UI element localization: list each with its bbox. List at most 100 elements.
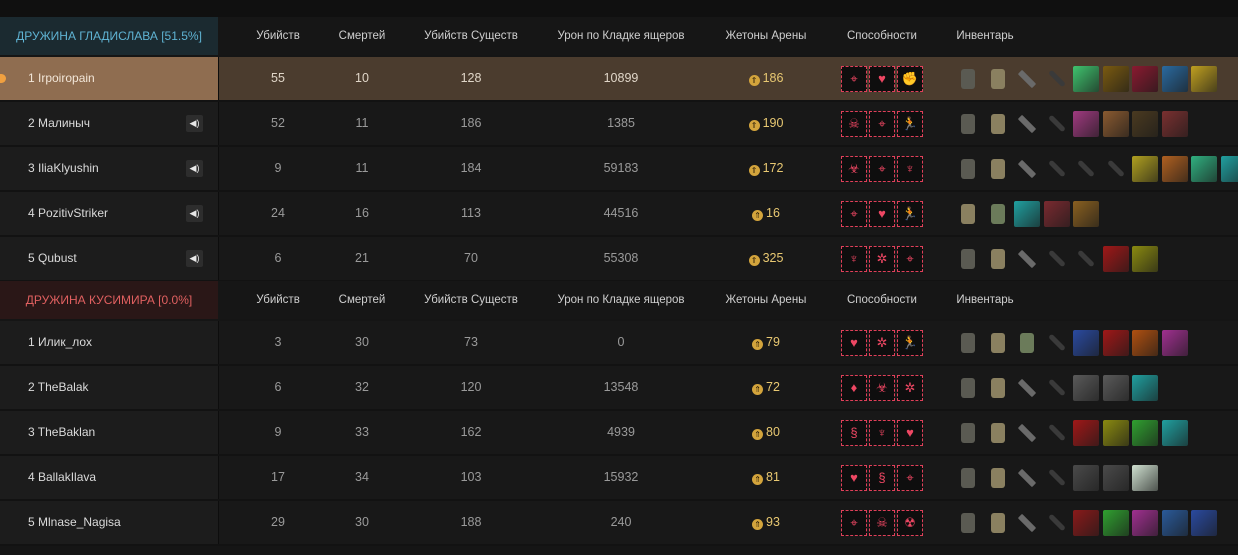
inventory-item-icon[interactable] bbox=[1073, 465, 1099, 491]
target-icon[interactable]: ⌖ bbox=[841, 66, 867, 92]
rifle-icon[interactable] bbox=[1073, 156, 1099, 182]
grenade-icon[interactable] bbox=[985, 111, 1011, 137]
heart-icon[interactable]: ♥ bbox=[869, 201, 895, 227]
armor-icon[interactable] bbox=[955, 66, 981, 92]
speaker-icon[interactable]: ◀) bbox=[186, 115, 203, 132]
player-name[interactable]: 1 Irpoiropain bbox=[28, 57, 95, 100]
inventory-item-icon[interactable] bbox=[1132, 420, 1158, 446]
inventory-item-icon[interactable] bbox=[1132, 510, 1158, 536]
inventory-item-icon[interactable] bbox=[1132, 375, 1158, 401]
armor-icon[interactable] bbox=[955, 375, 981, 401]
inventory-item-icon[interactable] bbox=[1161, 510, 1188, 536]
column-header-abilities[interactable]: Способности bbox=[827, 281, 937, 319]
column-header-kills[interactable]: Убийств bbox=[238, 17, 318, 55]
inventory-item-icon[interactable] bbox=[1102, 420, 1129, 446]
skull-icon[interactable]: ☠ bbox=[841, 111, 867, 137]
column-header-deaths[interactable]: Смертей bbox=[322, 281, 402, 319]
wings-icon[interactable]: ♆ bbox=[841, 246, 867, 272]
player-row[interactable]: 4 PozitivStriker ◀) 24 16 113 44516 ⇑ 16 ⌖ ♥ 🏃 bbox=[0, 192, 1238, 237]
player-row[interactable]: 2 Малиныч ◀) 52 11 186 1385 ⇑ 190 ☠ ⌖ 🏃 bbox=[0, 102, 1238, 147]
inventory-item-icon[interactable] bbox=[1132, 156, 1158, 182]
toxin-icon[interactable] bbox=[1014, 330, 1040, 356]
rifle-icon[interactable] bbox=[1044, 246, 1070, 272]
inventory-item-icon[interactable] bbox=[1073, 111, 1099, 137]
wings-icon[interactable]: ♆ bbox=[897, 156, 923, 182]
player-row[interactable]: 1 Илик_лох 3 30 73 0 ⇑ 79 ♥ ✲ 🏃 bbox=[0, 321, 1238, 366]
target-icon[interactable]: ⌖ bbox=[841, 201, 867, 227]
player-row[interactable]: 3 TheBaklan 9 33 162 4939 ⇑ 80 § ♆ ♥ bbox=[0, 411, 1238, 456]
knife-icon[interactable] bbox=[1014, 66, 1040, 92]
shotgun-icon[interactable] bbox=[1044, 510, 1070, 536]
column-header-inventory[interactable]: Инвентарь bbox=[945, 281, 1025, 319]
shotgun-icon[interactable] bbox=[1044, 66, 1070, 92]
inventory-item-icon[interactable] bbox=[1191, 510, 1217, 536]
knife-icon[interactable] bbox=[1014, 510, 1040, 536]
target-icon[interactable]: ⌖ bbox=[897, 246, 923, 272]
knife-icon[interactable] bbox=[1014, 156, 1040, 182]
player-name[interactable]: 1 Илик_лох bbox=[28, 321, 92, 364]
armor-icon[interactable] bbox=[955, 510, 981, 536]
inventory-item-icon[interactable] bbox=[1161, 111, 1188, 137]
swirl-icon[interactable]: § bbox=[869, 465, 895, 491]
shotgun-icon[interactable] bbox=[1044, 330, 1070, 356]
inventory-item-icon[interactable] bbox=[1073, 66, 1099, 92]
inventory-item-icon[interactable] bbox=[1102, 111, 1129, 137]
knife-icon[interactable] bbox=[1014, 111, 1040, 137]
player-row[interactable]: 4 BallakIlava 17 34 103 15932 ⇑ 81 ♥ § ⌖ bbox=[0, 456, 1238, 501]
spider-icon[interactable]: ✲ bbox=[897, 375, 923, 401]
inventory-item-icon[interactable] bbox=[1073, 201, 1099, 227]
column-header-arena-tokens[interactable]: Жетоны Арены bbox=[711, 281, 821, 319]
player-row[interactable]: 5 Mlnase_Nagisa 29 30 188 240 ⇑ 93 ⌖ ☠ ☢ bbox=[0, 501, 1238, 546]
player-row[interactable]: 3 IliaKlyushin ◀) 9 11 184 59183 ⇑ 172 ☣ ⌖ ♆ bbox=[0, 147, 1238, 192]
drop-icon[interactable]: ♦ bbox=[841, 375, 867, 401]
wings-icon[interactable]: ♆ bbox=[869, 420, 895, 446]
player-name[interactable]: 2 Малиныч bbox=[28, 102, 90, 145]
speaker-icon[interactable]: ◀) bbox=[186, 250, 203, 267]
player-name[interactable]: 4 PozitivStriker bbox=[28, 192, 108, 235]
player-name[interactable]: 3 TheBaklan bbox=[28, 411, 95, 454]
armor-icon[interactable] bbox=[955, 465, 981, 491]
runner-icon[interactable]: 🏃 bbox=[897, 330, 923, 356]
inventory-item-icon[interactable] bbox=[1073, 330, 1099, 356]
player-name[interactable]: 5 Qubust bbox=[28, 237, 77, 280]
inventory-item-icon[interactable] bbox=[1132, 465, 1158, 491]
inventory-item-icon[interactable] bbox=[1132, 66, 1158, 92]
player-row[interactable]: 2 TheBalak 6 32 120 13548 ⇑ 72 ♦ ☣ ✲ bbox=[0, 366, 1238, 411]
target-icon[interactable]: ⌖ bbox=[869, 156, 895, 182]
knife-icon[interactable] bbox=[1014, 420, 1040, 446]
demon-icon[interactable]: ☣ bbox=[869, 375, 895, 401]
player-row[interactable]: 5 Qubust ◀) 6 21 70 55308 ⇑ 325 ♆ ✲ ⌖ bbox=[0, 237, 1238, 282]
inventory-item-icon[interactable] bbox=[1102, 510, 1129, 536]
inventory-item-icon[interactable] bbox=[1102, 66, 1129, 92]
target-icon[interactable]: ⌖ bbox=[841, 510, 867, 536]
target-icon[interactable]: ⌖ bbox=[897, 465, 923, 491]
column-header-arena-tokens[interactable]: Жетоны Арены bbox=[711, 17, 821, 55]
grenade-icon[interactable] bbox=[985, 420, 1011, 446]
spider-icon[interactable]: ✲ bbox=[869, 330, 895, 356]
column-header-inventory[interactable]: Инвентарь bbox=[945, 17, 1025, 55]
inventory-item-icon[interactable] bbox=[1073, 420, 1099, 446]
column-header-lizard-damage[interactable]: Урон по Кладке ящеров bbox=[541, 17, 701, 55]
player-name[interactable]: 3 IliaKlyushin bbox=[28, 147, 99, 190]
column-header-abilities[interactable]: Способности bbox=[827, 17, 937, 55]
inventory-item-icon[interactable] bbox=[1191, 156, 1217, 182]
inventory-item-icon[interactable] bbox=[1161, 420, 1188, 446]
inventory-item-icon[interactable] bbox=[1191, 66, 1217, 92]
column-header-deaths[interactable]: Смертей bbox=[322, 17, 402, 55]
armor-icon[interactable] bbox=[955, 246, 981, 272]
shotgun-icon[interactable] bbox=[1044, 111, 1070, 137]
inventory-item-icon[interactable] bbox=[1161, 330, 1188, 356]
inventory-item-icon[interactable] bbox=[1043, 201, 1070, 227]
column-header-kills[interactable]: Убийств bbox=[238, 281, 318, 319]
armor-icon[interactable] bbox=[955, 111, 981, 137]
shotgun-icon[interactable] bbox=[1103, 156, 1129, 182]
skull-icon[interactable]: ☠ bbox=[869, 510, 895, 536]
spider-icon[interactable]: ✲ bbox=[869, 246, 895, 272]
demon-icon[interactable]: ☣ bbox=[841, 156, 867, 182]
speaker-icon[interactable]: ◀) bbox=[186, 205, 203, 222]
inventory-item-icon[interactable] bbox=[1102, 246, 1129, 272]
toxin-icon[interactable] bbox=[985, 201, 1011, 227]
knife-icon[interactable] bbox=[1014, 375, 1040, 401]
inventory-item-icon[interactable] bbox=[1161, 156, 1188, 182]
inventory-item-icon[interactable] bbox=[1102, 465, 1129, 491]
